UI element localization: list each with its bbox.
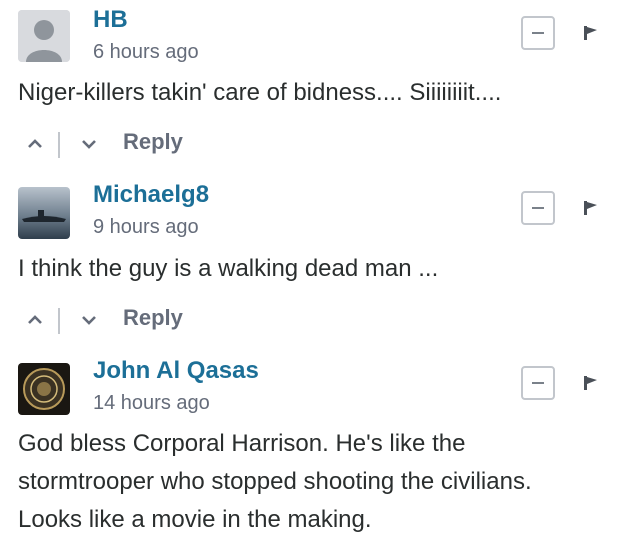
chevron-up-icon[interactable] <box>24 133 46 155</box>
author-name[interactable]: HB <box>93 6 128 34</box>
avatar[interactable] <box>18 187 70 239</box>
comment-line: I think the guy is a walking dead man ..… <box>18 255 439 282</box>
flag-icon[interactable] <box>583 200 599 216</box>
emblem-photo-icon <box>18 363 70 415</box>
avatar[interactable] <box>18 10 70 62</box>
author-name[interactable]: Michaelg8 <box>93 181 209 209</box>
author-name[interactable]: John Al Qasas <box>93 357 259 385</box>
comment-line: Niger-killers takin' care of bidness....… <box>18 79 502 106</box>
comment-text: God bless Corporal Harrison. He's like t… <box>18 425 532 539</box>
chevron-up-icon[interactable] <box>24 309 46 331</box>
timestamp[interactable]: 6 hours ago <box>93 41 199 64</box>
reply-button[interactable]: Reply <box>123 305 183 331</box>
avatar[interactable] <box>18 363 70 415</box>
flag-icon[interactable] <box>583 375 599 391</box>
timestamp[interactable]: 9 hours ago <box>93 216 199 239</box>
comment-text: Niger-killers takin' care of bidness....… <box>18 74 501 112</box>
comment-line: stormtrooper who stopped shooting the ci… <box>18 468 532 495</box>
flag-icon[interactable] <box>583 25 599 41</box>
submarine-photo-icon <box>18 187 70 239</box>
timestamp[interactable]: 14 hours ago <box>93 392 210 415</box>
comment-line: God bless Corporal Harrison. He's like t… <box>18 430 466 457</box>
chevron-down-icon[interactable] <box>78 309 100 331</box>
vote-divider <box>58 132 60 158</box>
comment-line: Looks like a movie in the making. <box>18 506 372 533</box>
vote-divider <box>58 308 60 334</box>
default-avatar-icon <box>18 10 70 62</box>
collapse-button[interactable] <box>521 16 555 50</box>
chevron-down-icon[interactable] <box>78 133 100 155</box>
comment-text: I think the guy is a walking dead man ..… <box>18 250 438 288</box>
collapse-button[interactable] <box>521 366 555 400</box>
collapse-button[interactable] <box>521 191 555 225</box>
reply-button[interactable]: Reply <box>123 129 183 155</box>
